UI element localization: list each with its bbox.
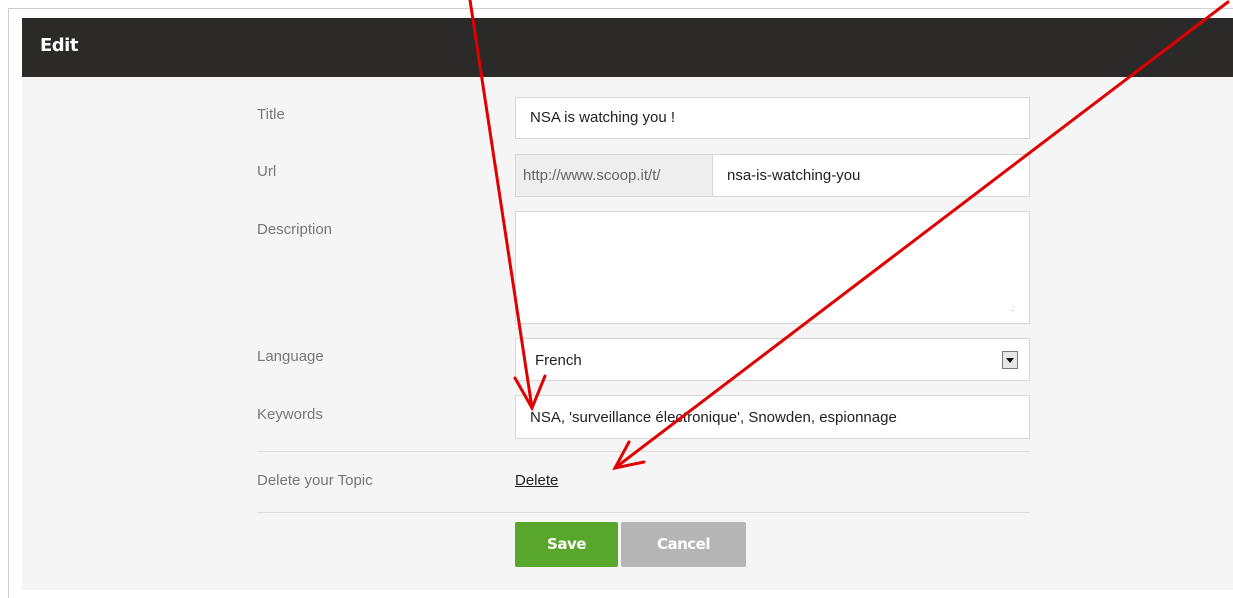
divider-top — [257, 451, 1030, 452]
language-label: Language — [257, 348, 324, 365]
language-select[interactable]: French — [515, 338, 1030, 381]
url-slug-input[interactable]: nsa-is-watching-you — [727, 155, 860, 196]
description-textarea[interactable]: .: — [515, 211, 1030, 324]
edit-header: Edit — [22, 18, 1233, 77]
cancel-button[interactable]: Cancel — [621, 522, 746, 567]
page-title: Edit — [40, 35, 78, 56]
resize-grip-icon[interactable]: .: — [1010, 304, 1015, 313]
delete-link[interactable]: Delete — [515, 472, 558, 489]
title-input[interactable]: NSA is watching you ! — [515, 97, 1030, 139]
keywords-label: Keywords — [257, 406, 323, 423]
url-field: http://www.scoop.it/t/ nsa-is-watching-y… — [515, 154, 1030, 197]
language-selected-value: French — [535, 352, 582, 369]
description-label: Description — [257, 221, 333, 238]
url-prefix: http://www.scoop.it/t/ — [516, 155, 713, 196]
chevron-down-icon[interactable] — [1002, 351, 1018, 369]
title-label: Title — [257, 106, 285, 123]
keywords-input[interactable]: NSA, 'surveillance électronique', Snowde… — [515, 395, 1030, 439]
url-label: Url — [257, 163, 277, 180]
save-button[interactable]: Save — [515, 522, 618, 567]
divider-bottom — [257, 512, 1030, 513]
delete-topic-label: Delete your Topic — [257, 472, 373, 489]
